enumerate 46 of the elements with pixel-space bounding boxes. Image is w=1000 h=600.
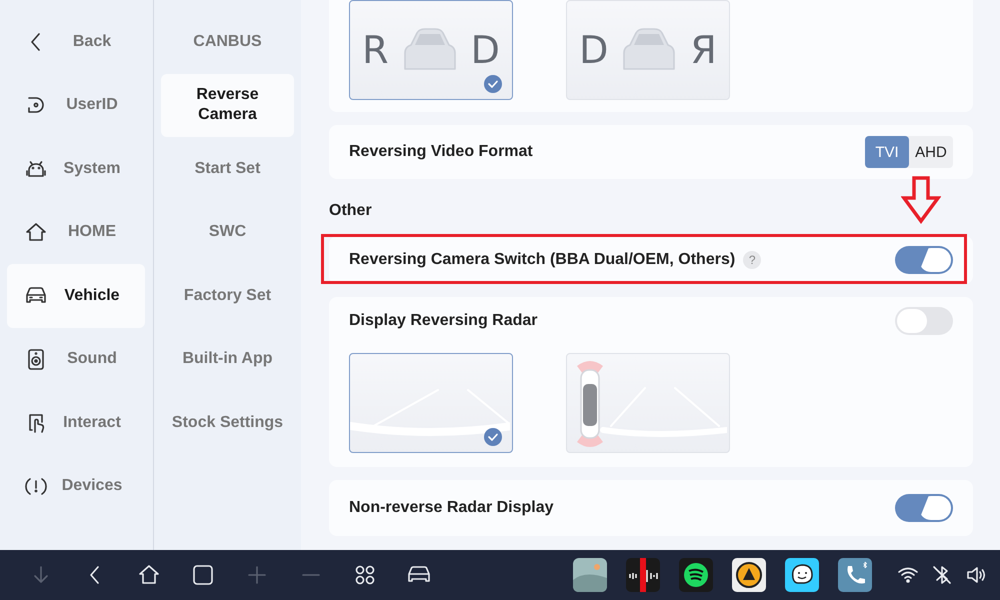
home-icon[interactable]: [137, 563, 161, 587]
back-chevron-icon: [31, 32, 40, 51]
gear-letter: D: [579, 28, 608, 72]
toggle-switch[interactable]: [895, 307, 953, 335]
submenu-item[interactable]: Start Set: [161, 137, 294, 200]
menu-item[interactable]: Back: [7, 10, 145, 74]
submenu-item[interactable]: CANBUS: [161, 10, 294, 74]
menu-item[interactable]: UserID: [7, 74, 145, 137]
check-icon: [484, 75, 502, 93]
menu-item[interactable]: Devices: [7, 454, 145, 518]
radar-view-option[interactable]: [349, 353, 513, 453]
setting-label: Non-reverse Radar Display: [349, 499, 554, 517]
down-arrow-icon: [901, 176, 941, 224]
camera-view-option[interactable]: R D: [349, 0, 513, 100]
check-icon: [484, 428, 502, 446]
segment-option[interactable]: AHD: [909, 136, 953, 168]
waze-app-icon[interactable]: [785, 558, 819, 592]
setting-label: Display Reversing Radar: [349, 312, 538, 330]
square-icon[interactable]: [191, 563, 215, 587]
menu-item[interactable]: Vehicle: [7, 264, 145, 328]
camera-view-option[interactable]: D Я: [566, 0, 730, 100]
gear-letter: D: [470, 28, 500, 72]
section-heading: Other: [329, 202, 373, 220]
help-button[interactable]: ?: [743, 251, 762, 269]
submenu-item[interactable]: Built-in App: [161, 328, 294, 391]
setting-label: Reversing Camera Switch (BBA Dual/OEM, Others): [349, 251, 736, 269]
toggle-switch[interactable]: [895, 246, 953, 274]
toggle-switch[interactable]: [895, 494, 953, 522]
segment-option[interactable]: TVI: [865, 136, 909, 168]
radio-app-icon[interactable]: [626, 558, 660, 592]
gear-letter: Я: [690, 28, 717, 72]
setting-label: Reversing Video Format: [349, 143, 533, 161]
submenu-item[interactable]: Stock Settings: [161, 391, 294, 454]
app-grid-icon[interactable]: [353, 563, 377, 587]
gallery-app-icon[interactable]: [573, 558, 607, 592]
phone-app-icon[interactable]: [838, 558, 872, 592]
menu-item[interactable]: Sound: [7, 328, 145, 391]
gear-letter: R: [362, 28, 389, 72]
menu-item[interactable]: Interact: [7, 391, 145, 454]
submenu-item[interactable]: Reverse Camera: [161, 74, 294, 137]
menu-item[interactable]: System: [7, 137, 145, 200]
submenu-item[interactable]: SWC: [161, 200, 294, 264]
music-app-icon[interactable]: [679, 558, 713, 592]
menu-item[interactable]: HOME: [7, 200, 145, 264]
submenu-item[interactable]: Factory Set: [161, 264, 294, 328]
navigation-app-icon[interactable]: [732, 558, 766, 592]
